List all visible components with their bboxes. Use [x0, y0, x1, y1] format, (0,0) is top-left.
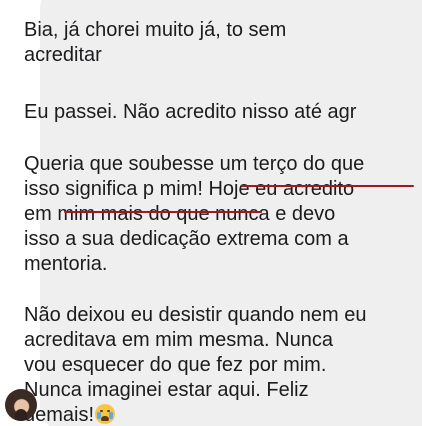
message-line: vou esquecer do que fez por mim.	[24, 354, 327, 376]
message-line: Eu passei. Não acredito nisso até agr	[24, 101, 357, 123]
crying-face-icon	[95, 404, 116, 424]
message-line: em mim mais do que nunca e devo	[24, 203, 336, 225]
red-underline-annotation-2	[64, 211, 262, 213]
red-underline-annotation-1	[241, 185, 414, 187]
tear-right	[109, 412, 114, 419]
message-line: acreditar	[24, 44, 102, 66]
message-paragraph-3: Queria que soubesse um terço do que isso…	[24, 152, 396, 277]
message-line: acreditava em mim mesma. Nunca	[24, 329, 333, 351]
message-line: isso significa p mim! Hoje eu acredito	[24, 178, 355, 200]
message-line: Não deixou eu desistir quando nem eu	[24, 304, 367, 326]
avatar[interactable]	[5, 389, 37, 421]
message-line: Queria que soubesse um terço do que	[24, 153, 365, 175]
message-line: isso a sua dedicação extrema com a	[24, 228, 349, 250]
tear-left	[97, 412, 102, 419]
message-line-last: demais!	[24, 403, 396, 426]
message-line: Nunca imaginei estar aqui. Feliz	[24, 379, 309, 401]
message-paragraph-1: Bia, já chorei muito já, to sem acredita…	[24, 18, 396, 68]
message-line: mentoria.	[24, 253, 108, 275]
chat-screen: Bia, já chorei muito já, to sem acredita…	[0, 0, 422, 426]
message-paragraph-2: Eu passei. Não acredito nisso até agr	[24, 100, 396, 125]
message-paragraph-4: Não deixou eu desistir quando nem eu acr…	[24, 303, 396, 426]
message-line: Bia, já chorei muito já, to sem	[24, 19, 287, 41]
